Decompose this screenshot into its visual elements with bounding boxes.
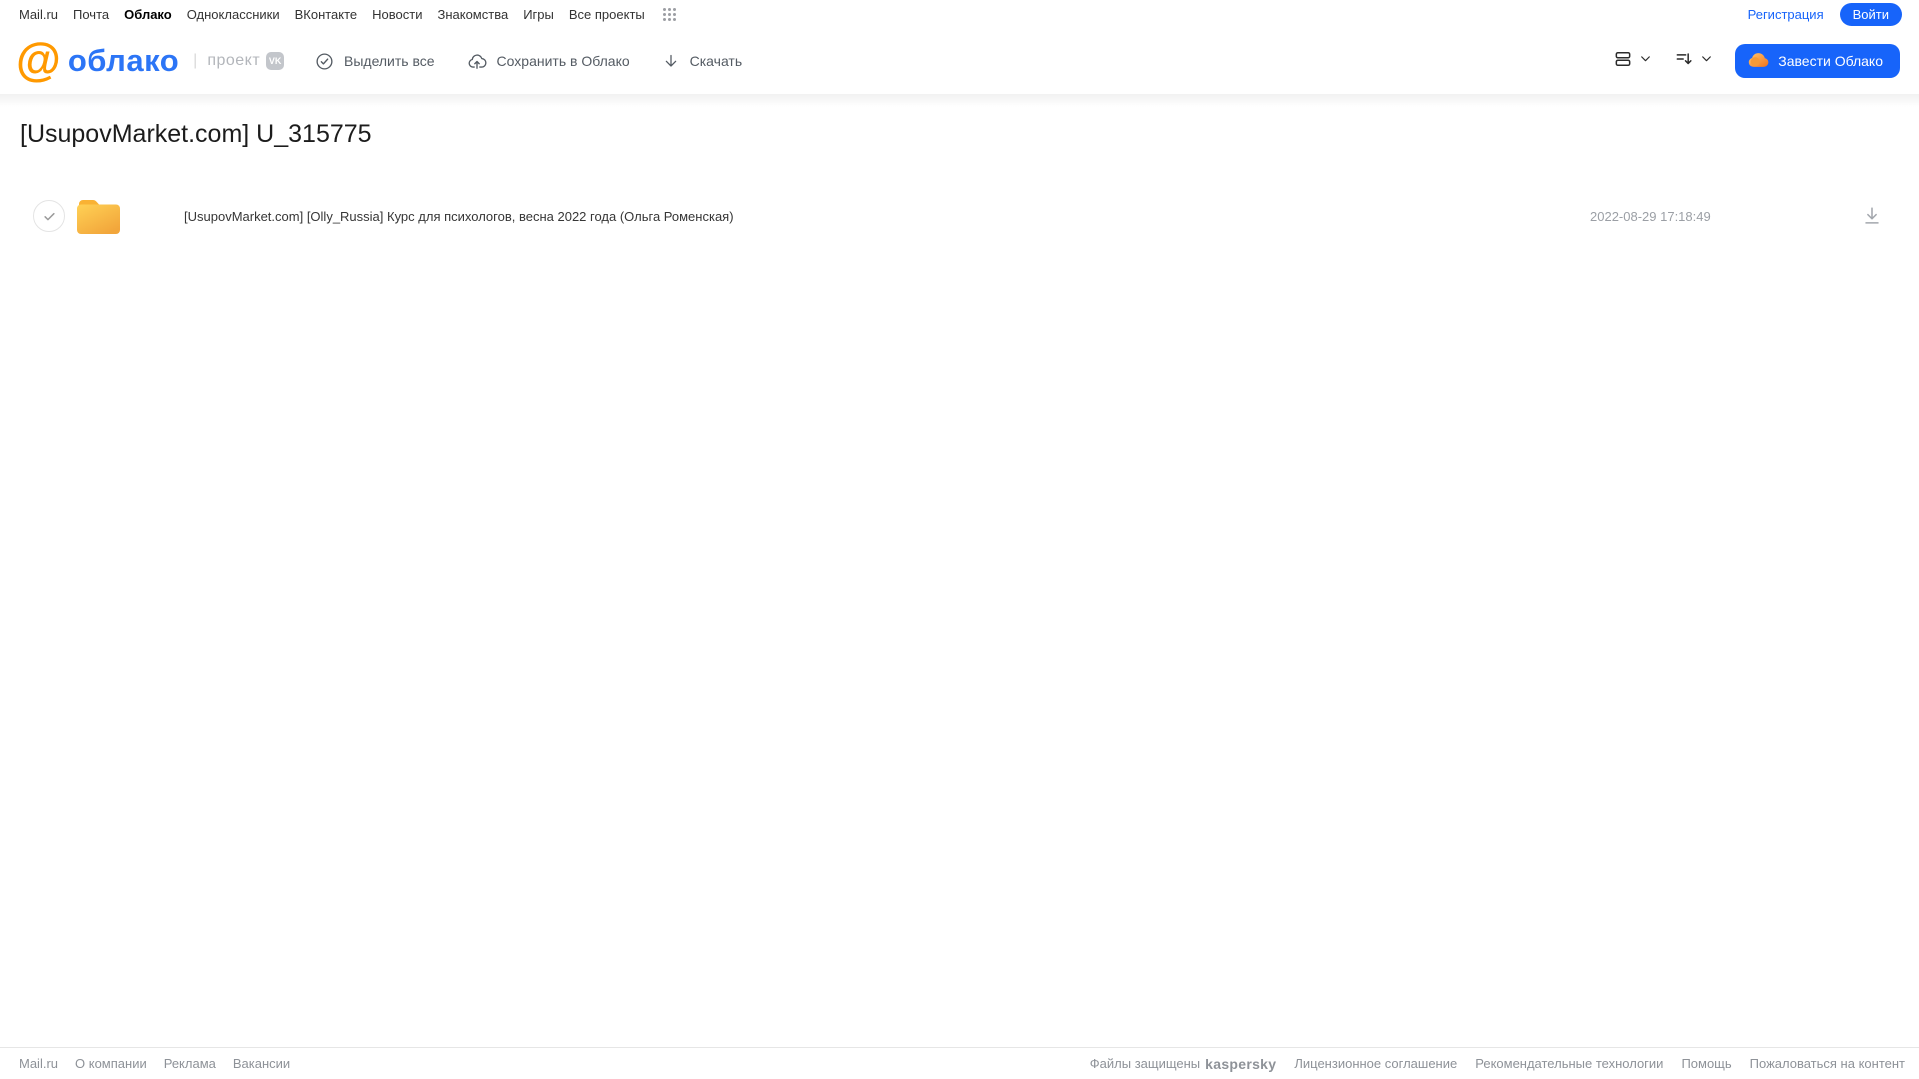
select-all-button[interactable]: Выделить все [315,52,435,71]
footer-help-link[interactable]: Помощь [1681,1056,1731,1071]
registration-link[interactable]: Регистрация [1748,7,1824,22]
download-label: Скачать [689,53,743,69]
topnav-all-projects[interactable]: Все проекты [569,7,645,22]
topnav-odnoklassniki[interactable]: Одноклассники [187,7,280,22]
cloud-logo[interactable]: @ облако | проект VK [16,28,285,94]
topnav-vkontakte[interactable]: ВКонтакте [295,7,358,22]
footer-right-links: Файлы защищены kaspersky Лицензионное со… [1090,1056,1919,1072]
sort-selector[interactable] [1674,49,1713,74]
portal-topbar: Mail.ru Почта Облако Одноклассники ВКонт… [0,0,1919,28]
topnav-oblako[interactable]: Облако [124,7,172,22]
footer-ads-link[interactable]: Реклама [164,1056,216,1071]
create-cloud-button[interactable]: Завести Облако [1735,44,1900,78]
cloud-logo-text: облако [67,43,180,78]
file-name-link[interactable]: [UsupovMarket.com] [Olly_Russia] Курс дл… [184,193,734,239]
projects-grid-icon[interactable] [662,7,677,22]
kaspersky-protected: Файлы защищены kaspersky [1090,1056,1277,1072]
footer-about-link[interactable]: О компании [75,1056,147,1071]
footer-license-link[interactable]: Лицензионное соглашение [1294,1056,1457,1071]
project-label: проект [207,52,261,69]
cloud-upload-icon [467,52,487,71]
file-date: 2022-08-29 17:18:49 [1590,208,1711,224]
topnav-igry[interactable]: Игры [523,7,554,22]
mailru-at-icon: @ [16,33,61,85]
logo-divider: | [193,52,198,69]
chevron-down-icon [1700,52,1713,70]
footer-mailru-link[interactable]: Mail.ru [19,1056,58,1071]
footer-jobs-link[interactable]: Вакансии [233,1056,290,1071]
login-button[interactable]: Войти [1839,2,1902,26]
header-shadow [0,94,1919,107]
topnav-mailru[interactable]: Mail.ru [19,7,58,22]
portal-auth: Регистрация Войти [1748,2,1919,26]
footer-report-link[interactable]: Пожаловаться на контент [1750,1056,1905,1071]
row-checkbox[interactable] [33,200,65,232]
save-to-cloud-label: Сохранить в Облако [496,53,630,69]
footer-recommendations-link[interactable]: Рекомендательные технологии [1475,1056,1663,1071]
sort-icon [1674,49,1694,74]
orange-cloud-icon [1748,52,1769,71]
save-to-cloud-button[interactable]: Сохранить в Облако [467,52,630,71]
footer: Mail.ru О компании Реклама Вакансии Файл… [0,1047,1919,1079]
list-view-icon [1613,49,1633,74]
kaspersky-logo[interactable]: kaspersky [1205,1056,1276,1072]
cloud-header: @ облако | проект VK Выделить все Сохран… [0,28,1919,94]
chevron-down-icon [1639,52,1652,70]
download-arrow-icon [662,52,680,71]
download-button[interactable]: Скачать [662,52,743,71]
portal-nav: Mail.ru Почта Облако Одноклассники ВКонт… [0,7,677,22]
topnav-novosti[interactable]: Новости [372,7,422,22]
protected-label: Файлы защищены [1089,1056,1201,1071]
page-title: [UsupovMarket.com] U_315775 [20,120,372,148]
vk-logo-icon: VK [266,52,285,70]
header-right-controls: Завести Облако [1613,28,1900,94]
file-row[interactable]: [UsupovMarket.com] [Olly_Russia] Курс дл… [0,193,1919,239]
topnav-znakomstva[interactable]: Знакомства [437,7,508,22]
topnav-pochta[interactable]: Почта [73,7,109,22]
check-circle-icon [315,52,334,71]
view-mode-selector[interactable] [1613,49,1652,74]
footer-left-links: Mail.ru О компании Реклама Вакансии [0,1056,290,1071]
file-toolbar: Выделить все Сохранить в Облако Скачать [315,28,742,94]
folder-icon [77,198,120,234]
create-cloud-label: Завести Облако [1778,53,1883,69]
select-all-label: Выделить все [344,53,435,69]
row-download-icon[interactable] [1861,205,1883,227]
